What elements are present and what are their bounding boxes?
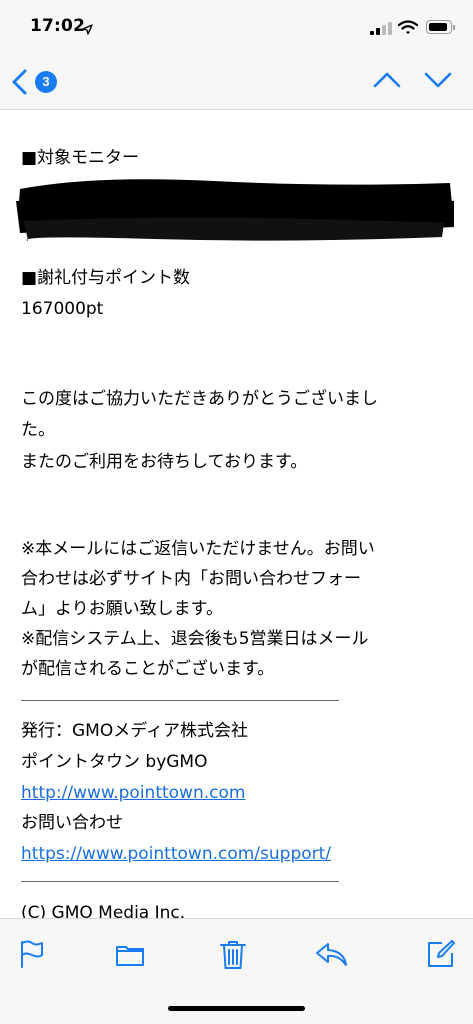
contact-label: お問い合わせ [21,813,123,833]
notice-line: が配信されることがございます。 [21,659,275,679]
notice-line: 合わせは必ずサイト内「お問い合わせフォー [21,569,361,589]
mail-body: ■対象モニター ■謝礼付与ポイント数 167000pt この度はご協力いただきあ… [0,111,473,918]
mail-nav-bar: 3 [0,54,473,110]
back-chevron-icon[interactable] [10,68,30,100]
compose-icon[interactable] [426,939,456,973]
wifi-icon [397,20,419,39]
publisher: 発行：GMOメディア株式会社 [21,721,249,741]
flag-icon[interactable] [18,939,44,973]
folder-icon[interactable] [115,939,145,973]
back-badge[interactable]: 3 [35,71,57,93]
monitor-heading: ■対象モニター [21,148,140,168]
notice-line: ※配信システム上、退会後も5営業日はメール [21,629,369,649]
site-link[interactable]: http://www.pointtown.com [21,781,245,805]
reply-icon[interactable] [315,939,349,973]
location-arrow-icon [82,20,93,39]
redaction-scribble [16,179,454,241]
points-heading: ■謝礼付与ポイント数 [21,268,191,288]
thanks-line: またのご利用をお待ちしております。 [21,452,308,472]
notice-line: ※本メールにはご返信いただけません。お問い [21,539,375,559]
service-name: ポイントタウン byGMO [21,752,208,772]
cellular-signal-icon [370,22,392,35]
previous-message-icon[interactable] [372,70,402,94]
divider [21,881,339,882]
divider [21,700,339,701]
status-time: 17:02 [30,16,86,36]
trash-icon[interactable] [219,939,247,975]
battery-icon [426,20,455,34]
next-message-icon[interactable] [423,70,453,94]
notice-line: ム」よりお願い致します。 [21,599,223,619]
thanks-line: この度はご協力いただきありがとうございまし [21,389,378,409]
status-bar: 17:02 [0,0,473,54]
support-link[interactable]: https://www.pointtown.com/support/ [21,842,331,866]
copyright: (C) GMO Media Inc. [21,903,186,918]
home-indicator[interactable] [168,1006,305,1011]
points-value: 167000pt [21,299,104,319]
thanks-line: た。 [21,420,55,440]
